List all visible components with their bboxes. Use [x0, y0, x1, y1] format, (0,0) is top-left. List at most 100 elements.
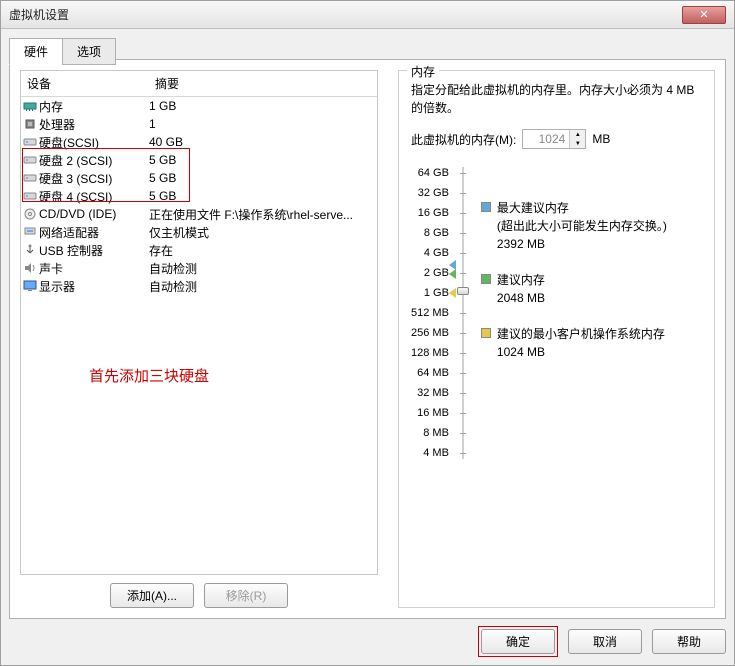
- memory-input[interactable]: [523, 130, 569, 148]
- device-row[interactable]: CD/DVD (IDE)正在使用文件 F:\操作系统\rhel-serve...: [21, 205, 377, 223]
- scale-tick: 4 GB: [424, 243, 449, 263]
- add-button[interactable]: 添加(A)...: [110, 583, 194, 608]
- spinner-buttons[interactable]: ▲▼: [569, 130, 585, 148]
- device-row[interactable]: 内存1 GB: [21, 97, 377, 115]
- rec-max-swatch: [481, 202, 491, 212]
- marker-rec-icon: [449, 269, 456, 279]
- dialog-buttons: 确定 取消 帮助: [9, 625, 726, 657]
- tab-panel: 设备 摘要 内存1 GB处理器1硬盘(SCSI)40 GB硬盘 2 (SCSI)…: [9, 59, 726, 619]
- col-summary: 摘要: [149, 71, 377, 96]
- device-summary: 自动检测: [149, 278, 377, 295]
- remove-button: 移除(R): [204, 583, 288, 608]
- device-row[interactable]: 声卡自动检测: [21, 259, 377, 277]
- device-row[interactable]: 硬盘 2 (SCSI)5 GB: [21, 151, 377, 169]
- scale-tick: 8 GB: [424, 223, 449, 243]
- device-summary: 存在: [149, 242, 377, 259]
- annotation-text: 首先添加三块硬盘: [89, 365, 209, 386]
- net-icon: [21, 226, 39, 238]
- scale-tick: 256 MB: [411, 323, 449, 343]
- scale-tick: 16 MB: [417, 403, 449, 423]
- device-row[interactable]: 显示器自动检测: [21, 277, 377, 295]
- device-name: USB 控制器: [39, 242, 149, 259]
- device-summary: 5 GB: [149, 171, 377, 185]
- device-summary: 1: [149, 117, 377, 131]
- scale-tick: 128 MB: [411, 343, 449, 363]
- window-title: 虚拟机设置: [9, 6, 69, 23]
- rec-min-swatch: [481, 328, 491, 338]
- device-name: 硬盘 3 (SCSI): [39, 170, 149, 187]
- titlebar: 虚拟机设置 ✕: [1, 1, 734, 29]
- scale-tick: 2 GB: [424, 263, 449, 283]
- device-buttons: 添加(A)... 移除(R): [20, 583, 378, 608]
- display-icon: [21, 280, 39, 292]
- cpu-icon: [21, 118, 39, 130]
- cd-icon: [21, 208, 39, 220]
- device-header: 设备 摘要: [21, 71, 377, 97]
- scale-tick: 32 MB: [417, 383, 449, 403]
- device-summary: 1 GB: [149, 99, 377, 113]
- device-summary: 自动检测: [149, 260, 377, 277]
- memory-thumb[interactable]: [457, 287, 469, 295]
- rec-min: 建议的最小客户机操作系统内存 1024 MB: [481, 325, 702, 361]
- cancel-button[interactable]: 取消: [568, 629, 642, 654]
- tab-hardware[interactable]: 硬件: [9, 38, 63, 65]
- help-button[interactable]: 帮助: [652, 629, 726, 654]
- memory-unit: MB: [592, 132, 610, 146]
- detail-pane: 内存 指定分配给此虚拟机的内存里。内存大小必须为 4 MB 的倍数。 此虚拟机的…: [388, 60, 725, 618]
- disk-icon: [21, 154, 39, 166]
- tab-options[interactable]: 选项: [62, 38, 116, 65]
- scale-tick: 512 MB: [411, 303, 449, 323]
- memory-label: 此虚拟机的内存(M):: [411, 131, 516, 148]
- device-summary: 仅主机模式: [149, 224, 377, 241]
- memory-spinner[interactable]: ▲▼: [522, 129, 586, 149]
- device-row[interactable]: 硬盘(SCSI)40 GB: [21, 133, 377, 151]
- scale-tick: 8 MB: [423, 423, 449, 443]
- device-summary: 5 GB: [149, 153, 377, 167]
- device-name: 声卡: [39, 260, 149, 277]
- scale-tick: 64 MB: [417, 363, 449, 383]
- device-name: CD/DVD (IDE): [39, 207, 149, 221]
- ok-highlight: 确定: [478, 626, 558, 657]
- vm-settings-window: 虚拟机设置 ✕ 硬件 选项 设备 摘要 内存1 GB处理器1硬盘(SCSI)40…: [0, 0, 735, 666]
- device-row[interactable]: 处理器1: [21, 115, 377, 133]
- device-summary: 5 GB: [149, 189, 377, 203]
- tab-strip: 硬件 选项: [9, 38, 726, 65]
- device-list-box: 设备 摘要 内存1 GB处理器1硬盘(SCSI)40 GB硬盘 2 (SCSI)…: [20, 70, 378, 575]
- disk-icon: [21, 136, 39, 148]
- memory-scale: 64 GB32 GB16 GB8 GB4 GB2 GB1 GB512 MB256…: [411, 163, 449, 463]
- device-row[interactable]: 硬盘 4 (SCSI)5 GB: [21, 187, 377, 205]
- device-row[interactable]: 网络适配器仅主机模式: [21, 223, 377, 241]
- rec-suggested-swatch: [481, 274, 491, 284]
- device-name: 硬盘(SCSI): [39, 134, 149, 151]
- scale-tick: 16 GB: [418, 203, 449, 223]
- sound-icon: [21, 262, 39, 274]
- memory-recommendations: 最大建议内存 (超出此大小可能发生内存交换。) 2392 MB 建议内存 204…: [481, 163, 702, 463]
- scale-tick: 32 GB: [418, 183, 449, 203]
- memory-legend: 内存: [407, 63, 439, 80]
- marker-min-icon: [449, 288, 456, 298]
- memory-group: 内存 指定分配给此虚拟机的内存里。内存大小必须为 4 MB 的倍数。 此虚拟机的…: [398, 70, 715, 608]
- memory-input-row: 此虚拟机的内存(M): ▲▼ MB: [411, 129, 702, 149]
- device-list[interactable]: 内存1 GB处理器1硬盘(SCSI)40 GB硬盘 2 (SCSI)5 GB硬盘…: [21, 97, 377, 295]
- device-name: 网络适配器: [39, 224, 149, 241]
- rec-max: 最大建议内存 (超出此大小可能发生内存交换。) 2392 MB: [481, 199, 702, 253]
- device-row[interactable]: USB 控制器存在: [21, 241, 377, 259]
- col-device: 设备: [21, 71, 149, 96]
- device-summary: 正在使用文件 F:\操作系统\rhel-serve...: [149, 206, 377, 223]
- memory-desc: 指定分配给此虚拟机的内存里。内存大小必须为 4 MB 的倍数。: [411, 81, 702, 117]
- ok-button[interactable]: 确定: [481, 629, 555, 654]
- disk-icon: [21, 190, 39, 202]
- scale-tick: 1 GB: [424, 283, 449, 303]
- rec-suggested: 建议内存 2048 MB: [481, 271, 702, 307]
- disk-icon: [21, 172, 39, 184]
- memory-track[interactable]: [455, 163, 471, 463]
- device-row[interactable]: 硬盘 3 (SCSI)5 GB: [21, 169, 377, 187]
- close-button[interactable]: ✕: [682, 6, 726, 24]
- device-name: 硬盘 4 (SCSI): [39, 188, 149, 205]
- scale-tick: 4 MB: [423, 443, 449, 463]
- device-name: 内存: [39, 98, 149, 115]
- memory-slider-area: 64 GB32 GB16 GB8 GB4 GB2 GB1 GB512 MB256…: [411, 163, 702, 463]
- scale-tick: 64 GB: [418, 163, 449, 183]
- memory-icon: [21, 100, 39, 112]
- device-summary: 40 GB: [149, 135, 377, 149]
